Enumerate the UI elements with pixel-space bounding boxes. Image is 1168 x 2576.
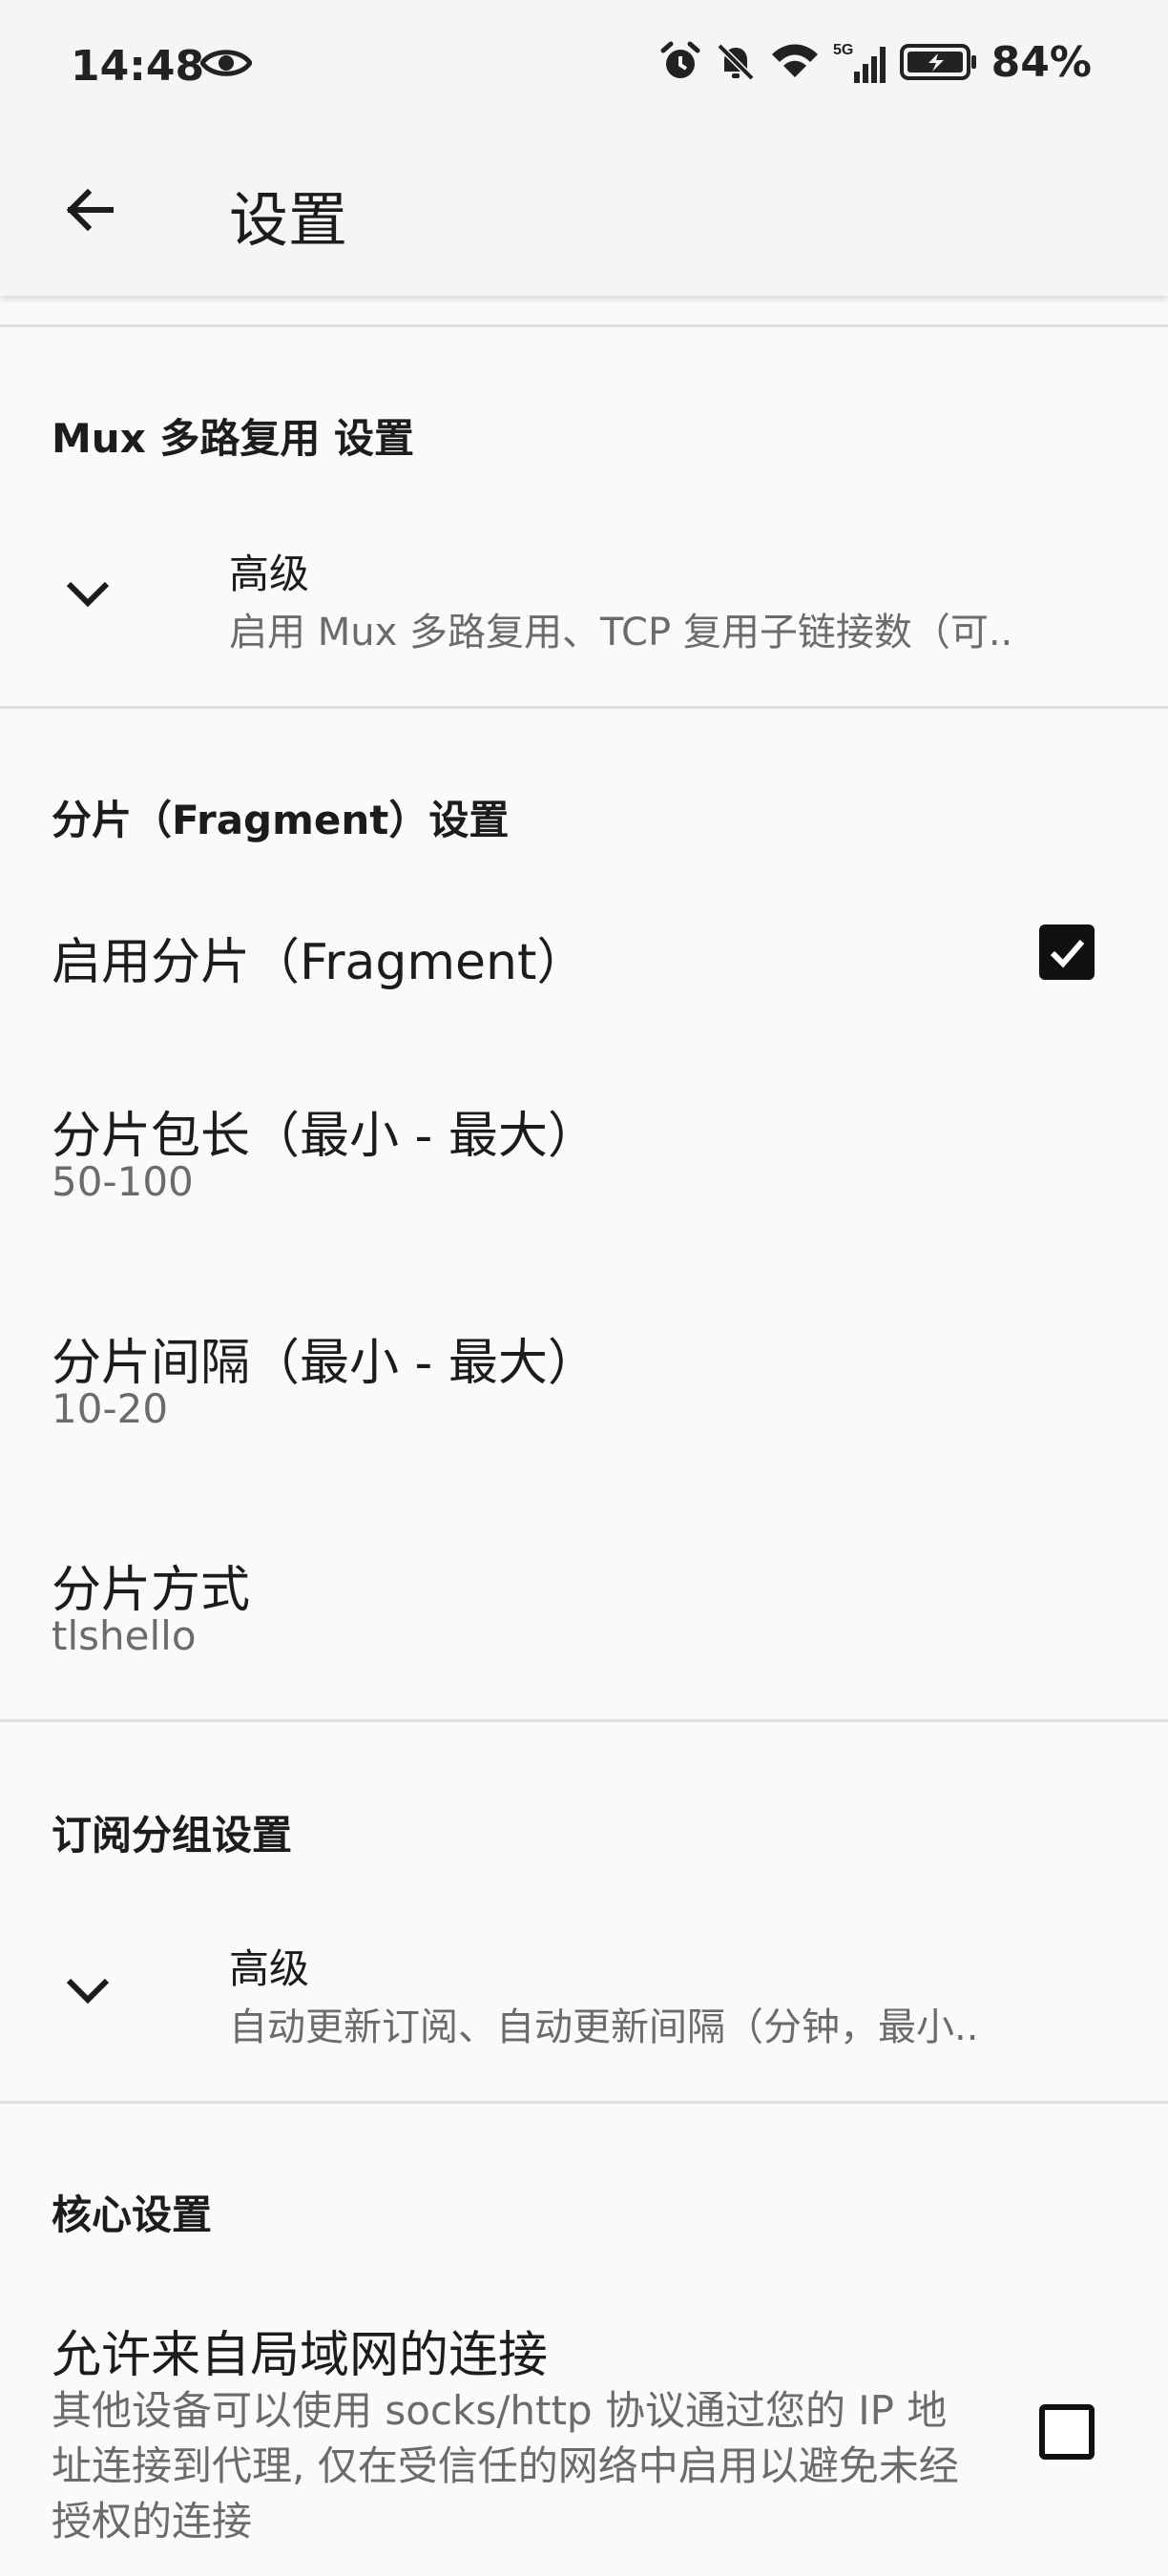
arrow-back-icon	[66, 188, 114, 232]
fragment-length-value: 50-100	[52, 1158, 194, 1205]
status-time: 14:48	[71, 42, 205, 91]
fragment-enable-checkbox[interactable]	[1039, 924, 1095, 980]
fragment-method-label: 分片方式	[52, 1562, 251, 1619]
subscription-advanced-row[interactable]: 高级 自动更新订阅、自动更新间隔（分钟，最小..	[0, 1908, 1168, 2051]
allow-lan-row[interactable]: 允许来自局域网的连接 其他设备可以使用 socks/http 协议通过您的 IP…	[0, 2290, 1168, 2576]
fragment-interval-label: 分片间隔（最小 - 最大）	[52, 1335, 597, 1392]
fragment-length-row[interactable]: 分片包长（最小 - 最大） 50-100	[0, 1076, 1168, 1238]
cellular-signal-icon: 5G	[833, 42, 886, 83]
network-type-label: 5G	[833, 42, 853, 58]
fragment-interval-row[interactable]: 分片间隔（最小 - 最大） 10-20	[0, 1303, 1168, 1465]
fragment-enable-label: 启用分片（Fragment）	[52, 934, 587, 991]
divider	[0, 2101, 1168, 2104]
status-bar: 14:48 5G 84%	[0, 0, 1168, 116]
fragment-method-row[interactable]: 分片方式 tlshello	[0, 1530, 1168, 1693]
mute-bell-icon	[717, 43, 755, 81]
wifi-icon	[771, 44, 818, 77]
check-icon	[1050, 940, 1085, 968]
chevron-down-icon	[66, 581, 110, 608]
divider	[0, 1719, 1168, 1722]
allow-lan-checkbox[interactable]	[1039, 2404, 1095, 2460]
fragment-interval-value: 10-20	[52, 1385, 169, 1432]
mux-advanced-row[interactable]: 高级 启用 Mux 多路复用、TCP 复用子链接数（可..	[0, 515, 1168, 658]
eye-icon	[200, 50, 252, 76]
divider	[0, 324, 1168, 327]
mux-advanced-title: 高级	[229, 551, 310, 597]
core-section-header: 核心设置	[52, 2192, 213, 2238]
back-button[interactable]	[53, 174, 126, 246]
battery-charging-icon	[899, 44, 976, 80]
mux-advanced-summary: 启用 Mux 多路复用、TCP 复用子链接数（可..	[229, 611, 1013, 654]
fragment-method-value: tlshello	[52, 1612, 197, 1659]
allow-lan-label: 允许来自局域网的连接	[52, 2327, 549, 2384]
fragment-section-header: 分片（Fragment）设置	[52, 797, 510, 843]
fragment-length-label: 分片包长（最小 - 最大）	[52, 1108, 597, 1165]
page-title: 设置	[229, 185, 348, 255]
status-icons: 5G 84%	[659, 37, 1092, 87]
alarm-icon	[660, 41, 700, 78]
subscription-section-header: 订阅分组设置	[52, 1812, 293, 1859]
app-bar: 设置	[0, 116, 1168, 296]
battery-percentage: 84%	[991, 37, 1092, 87]
fragment-enable-row[interactable]: 启用分片（Fragment）	[0, 897, 1168, 1008]
subscription-advanced-summary: 自动更新订阅、自动更新间隔（分钟，最小..	[229, 2005, 979, 2049]
allow-lan-description: 其他设备可以使用 socks/http 协议通过您的 IP 地址连接到代理, 仅…	[52, 2387, 959, 2545]
subscription-advanced-title: 高级	[229, 1945, 310, 1992]
divider	[0, 706, 1168, 709]
chevron-down-icon	[66, 1978, 110, 2005]
mux-section-header: Mux 多路复用 设置	[52, 415, 415, 462]
